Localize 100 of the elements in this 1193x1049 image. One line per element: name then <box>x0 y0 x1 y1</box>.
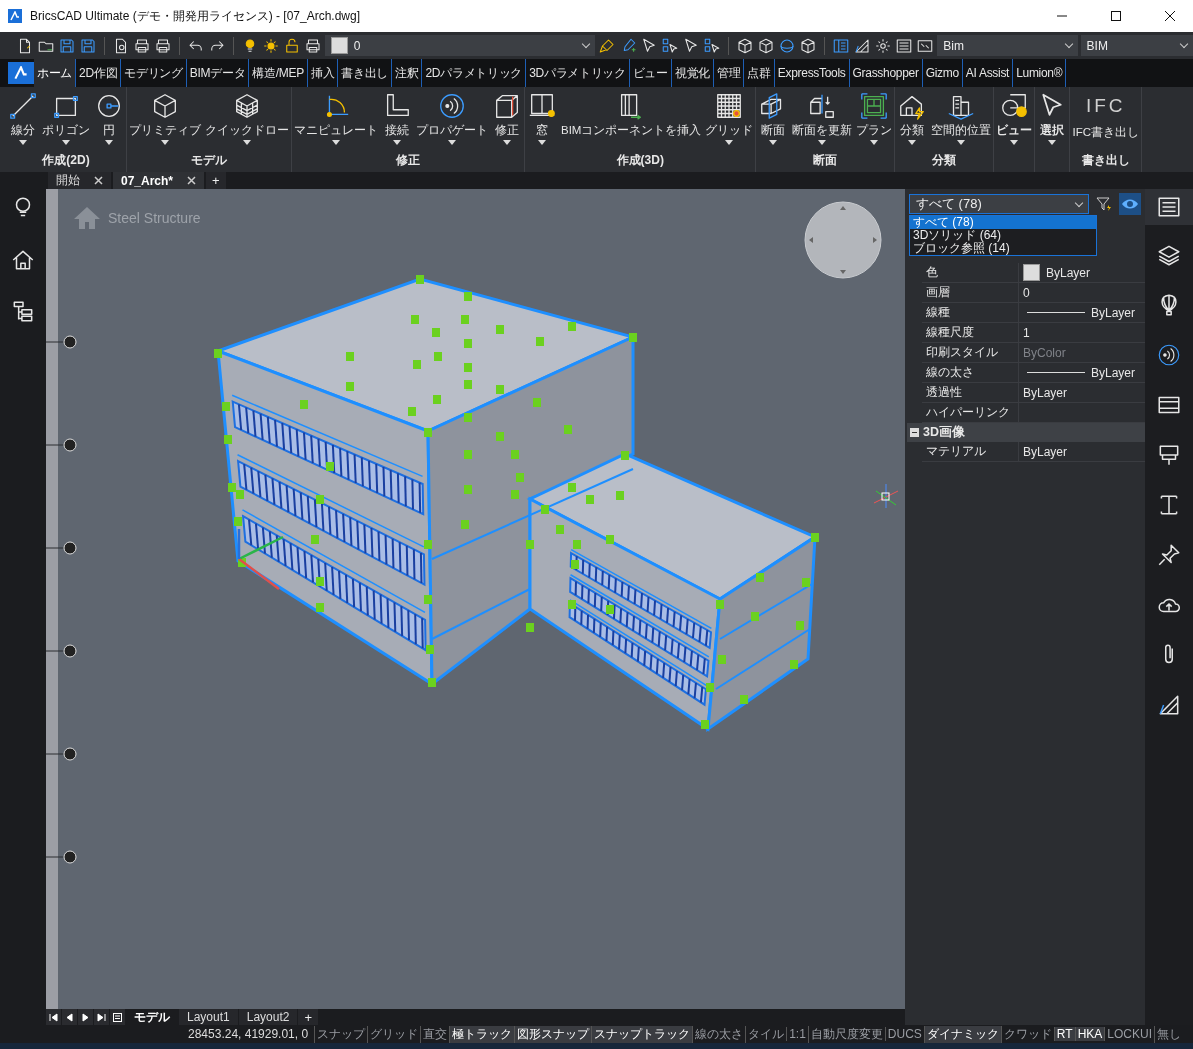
ribbon-tool-button[interactable]: IFC IFC書き出し <box>1071 91 1140 152</box>
ribbon-tool-button[interactable]: ビュー <box>995 91 1034 152</box>
panel-title: 分類 <box>932 153 957 167</box>
ribbon-tool-button[interactable]: 分類 <box>896 91 929 152</box>
property-value[interactable]: 1 <box>1023 325 1030 340</box>
caret-icon <box>332 140 340 145</box>
status-toggle[interactable]: HKA <box>1074 1027 1105 1041</box>
line-icon <box>8 91 38 121</box>
status-toggle[interactable]: 線の太さ <box>692 1025 746 1043</box>
close-icon[interactable] <box>1164 10 1176 22</box>
property-value[interactable]: 0 <box>1023 285 1030 300</box>
ribbon-tool-button[interactable]: グリッド <box>704 91 755 152</box>
plan-icon <box>859 91 890 121</box>
status-toggle[interactable]: タイル <box>745 1025 787 1043</box>
ribbon-tool-button[interactable]: クイックドロー <box>204 91 290 152</box>
caret-icon <box>448 140 456 145</box>
profile-dropdown[interactable]: BIM <box>1080 35 1193 56</box>
sphere-icon[interactable] <box>778 36 797 55</box>
selection-icon[interactable] <box>661 36 680 55</box>
ribbon-tab[interactable]: ホーム <box>34 59 77 87</box>
property-value[interactable]: ByLayer <box>1091 305 1136 320</box>
status-toggle[interactable]: LOCKUI <box>1104 1027 1154 1041</box>
workspace-dropdown[interactable]: Bim <box>937 35 1078 56</box>
save-icon[interactable] <box>58 36 76 55</box>
first-page-icon[interactable] <box>46 1009 61 1025</box>
layout-tab[interactable]: Layout2 <box>238 1009 298 1025</box>
ribbon-tool-button[interactable]: プラン <box>855 91 894 152</box>
property-value[interactable]: ByLayer <box>1023 385 1068 400</box>
caret-icon <box>769 140 778 145</box>
selection-icon[interactable] <box>703 36 722 55</box>
panel-icon[interactable] <box>832 36 851 55</box>
ribbon-tool-button[interactable]: プロパゲート <box>415 91 489 152</box>
save-icon[interactable] <box>79 36 97 55</box>
printer-icon[interactable] <box>153 36 172 55</box>
ifc-logo: IFC <box>1085 94 1126 118</box>
filter-dropdown[interactable]: すべて (78) <box>909 194 1089 214</box>
status-toggle[interactable]: DUCS <box>884 1027 924 1041</box>
new-layout-button[interactable]: + <box>298 1009 318 1025</box>
ripple-icon <box>437 91 467 121</box>
property-value[interactable]: ByLayer <box>1023 444 1068 459</box>
status-toggle[interactable]: グリッド <box>367 1025 421 1043</box>
status-toggle[interactable]: 図形スナップ <box>514 1025 592 1043</box>
filter-option[interactable]: 3Dソリッド (64) <box>910 229 1096 242</box>
caret-icon <box>19 140 27 145</box>
gear-icon[interactable] <box>874 36 893 55</box>
status-toggle[interactable]: 無し <box>1154 1025 1183 1043</box>
ribbon-tool-button[interactable]: 円 <box>93 91 125 152</box>
property-value[interactable]: ByLayer <box>1091 365 1136 380</box>
ribbon-tool-button[interactable]: ポリゴン <box>41 91 91 152</box>
layout-list-icon[interactable] <box>110 1009 125 1025</box>
layout-tab[interactable]: Layout1 <box>179 1009 238 1025</box>
filter-option[interactable]: すべて (78) <box>910 216 1096 229</box>
sun-icon[interactable] <box>261 36 280 55</box>
document-tab[interactable]: 07_Arch* <box>113 172 205 189</box>
ribbon-tool-button[interactable]: プリミティブ <box>128 91 202 152</box>
ribbon-tool-button[interactable]: 線分 <box>7 91 39 152</box>
ribbon-tool-button[interactable]: 窓 <box>526 91 558 152</box>
eye-icon[interactable] <box>1119 193 1141 215</box>
layer-dropdown[interactable]: 0 <box>324 35 596 56</box>
caret-icon <box>538 140 546 145</box>
filter-option[interactable]: ブロック参照 (14) <box>910 242 1096 255</box>
printer-icon[interactable] <box>303 36 322 55</box>
window-title: BricsCAD Ultimate (デモ・開発用ライセンス) - [07_Arch.dwg] <box>30 7 362 25</box>
status-toggle[interactable]: スナップ <box>314 1025 368 1043</box>
status-toggle[interactable]: 1:1 <box>786 1027 808 1041</box>
app-logo-icon <box>8 9 22 23</box>
cube-icon[interactable] <box>799 36 818 55</box>
cube-icon[interactable] <box>736 36 755 55</box>
document-tab[interactable]: 開始 <box>48 172 111 189</box>
ribbon-tool-button[interactable]: マニピュレート <box>293 91 379 152</box>
ribbon-tool-button[interactable]: 接続 <box>381 91 413 152</box>
status-toggle[interactable]: スナップトラック <box>591 1025 693 1043</box>
next-page-icon[interactable] <box>78 1009 93 1025</box>
status-toggle[interactable]: クワッド <box>1000 1025 1054 1043</box>
collapse-icon[interactable] <box>910 428 919 437</box>
property-label: 透過性 <box>926 384 962 401</box>
ribbon-tool-button[interactable]: 選択 <box>1036 91 1069 152</box>
previous-page-icon[interactable] <box>62 1009 77 1025</box>
status-toggle[interactable]: 自動尺度変更 <box>807 1025 885 1043</box>
sliders-icon[interactable] <box>1145 189 1193 225</box>
status-toggle[interactable]: RT <box>1053 1027 1075 1041</box>
maximize-icon[interactable] <box>1110 10 1122 22</box>
ribbon-tool-button[interactable]: BIMコンポーネントを挿入 <box>560 91 703 152</box>
sliders-icon[interactable] <box>895 36 914 55</box>
panel-title: モデル <box>191 153 227 167</box>
section-header: 3D画像 <box>923 424 965 441</box>
printer-icon[interactable] <box>132 36 151 55</box>
status-toggle[interactable]: 極トラック <box>449 1025 515 1043</box>
app-menu-button[interactable] <box>8 62 34 84</box>
status-toggle[interactable]: ダイナミック <box>923 1025 1001 1043</box>
new-tab-button[interactable]: + <box>206 172 226 189</box>
property-value[interactable]: ByLayer <box>1046 265 1091 280</box>
compass-icon[interactable] <box>804 201 882 279</box>
last-page-icon[interactable] <box>94 1009 109 1025</box>
ribbon-tool-button[interactable]: 修正 <box>491 91 523 152</box>
ribbon-tool-button[interactable]: 断面を更新 <box>791 91 854 152</box>
ribbon-tool-button[interactable]: 断面 <box>757 91 790 152</box>
cube-icon[interactable] <box>757 36 776 55</box>
brush-icon[interactable] <box>598 36 617 55</box>
ribbon-tool-button[interactable]: 空間的位置 <box>930 91 993 152</box>
